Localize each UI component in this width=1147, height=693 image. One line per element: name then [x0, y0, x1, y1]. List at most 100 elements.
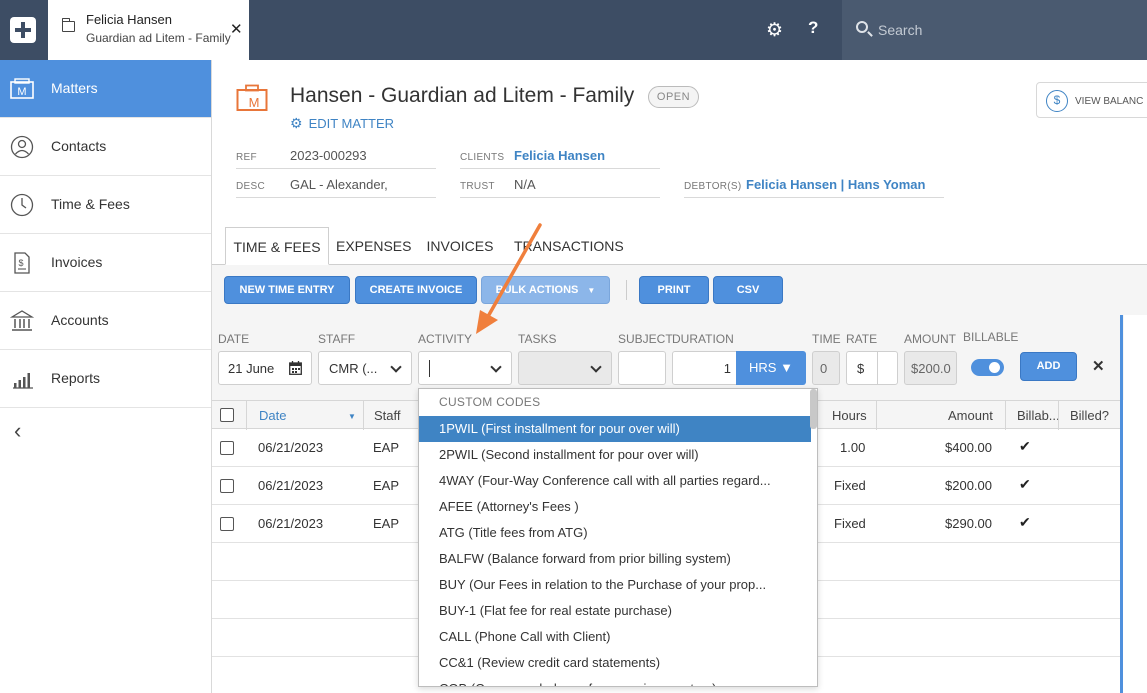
date-picker[interactable]: 21 June	[218, 351, 312, 385]
svg-text:M: M	[249, 95, 260, 110]
activity-option[interactable]: 1PWIL (First installment for pour over w…	[419, 416, 811, 442]
tasks-select[interactable]	[518, 351, 612, 385]
date-column-header[interactable]: Date	[259, 408, 286, 423]
billable-check-icon: ✔	[1019, 438, 1031, 454]
ref-value: 2023-000293	[290, 148, 367, 163]
amount-value: $200.0	[911, 361, 951, 376]
toolbar-divider	[626, 280, 627, 300]
close-tab-icon[interactable]: ✕	[230, 20, 243, 38]
billable-column-header[interactable]: Billab...	[1017, 408, 1060, 423]
activity-option[interactable]: 2PWIL (Second installment for pour over …	[419, 442, 811, 468]
view-balance-button[interactable]: $ VIEW BALANC	[1036, 82, 1147, 118]
billable-toggle[interactable]	[971, 359, 1004, 376]
create-invoice-button[interactable]: CREATE INVOICE	[355, 276, 477, 304]
new-time-entry-button[interactable]: NEW TIME ENTRY	[224, 276, 350, 304]
duration-input[interactable]: 1	[672, 351, 738, 385]
csv-button[interactable]: CSV	[713, 276, 783, 304]
activity-option[interactable]: ATG (Title fees from ATG)	[419, 520, 811, 546]
settings-gear-icon[interactable]: ⚙	[766, 19, 783, 42]
activity-option[interactable]: CC&1 (Review credit card statements)	[419, 650, 811, 676]
dropdown-scrollbar[interactable]	[810, 389, 817, 429]
select-all-checkbox[interactable]	[220, 408, 234, 422]
add-entry-button[interactable]: ADD	[1020, 352, 1077, 381]
close-icon[interactable]: ✕	[1092, 357, 1105, 375]
row-amount: $290.00	[945, 516, 992, 531]
view-balance-label: VIEW BALANC	[1075, 96, 1144, 107]
gear-icon: ⚙	[290, 115, 303, 131]
column-divider	[246, 401, 247, 430]
activity-option[interactable]: AFEE (Attorney's Fees )	[419, 494, 811, 520]
dollar-circle-icon: $	[1046, 90, 1068, 112]
activity-option[interactable]: BUY (Our Fees in relation to the Purchas…	[419, 572, 811, 598]
rate-input[interactable]: $	[846, 351, 898, 385]
matter-briefcase-icon: M	[236, 84, 268, 111]
debtors-link[interactable]: Felicia Hansen | Hans Yoman	[746, 177, 925, 192]
activity-option[interactable]: CALL (Phone Call with Client)	[419, 624, 811, 650]
rate-divider	[877, 352, 878, 384]
activity-option[interactable]: COB (Carry over balance from previous sy…	[419, 676, 811, 686]
trust-field: TRUST N/A	[460, 174, 660, 198]
row-date: 06/21/2023	[258, 516, 324, 531]
row-staff: EAP	[373, 478, 400, 493]
activity-option[interactable]: 4WAY (Four-Way Conference call with all …	[419, 468, 811, 494]
debtors-field: DEBTOR(S) Felicia Hansen | Hans Yoman	[684, 174, 944, 198]
row-checkbox[interactable]	[220, 479, 234, 493]
edit-matter-link[interactable]: ⚙ EDIT MATTER	[290, 115, 394, 132]
sidebar-item-contacts[interactable]: Contacts	[0, 118, 211, 176]
row-staff: EAP	[373, 440, 400, 455]
sidebar-item-reports[interactable]: Reports	[0, 350, 211, 408]
sidebar-item-label: Accounts	[51, 312, 109, 328]
print-button[interactable]: PRINT	[639, 276, 709, 304]
billed-column-header[interactable]: Billed?	[1070, 408, 1109, 423]
duration-unit-dropdown[interactable]: HRS ▼	[736, 351, 806, 385]
open-matter-tab[interactable]: Felicia Hansen Guardian ad Litem - Famil…	[48, 0, 249, 60]
row-hours: Fixed	[834, 478, 866, 493]
trust-label: TRUST	[460, 181, 495, 192]
custom-codes-header: CUSTOM CODES	[439, 395, 541, 409]
activity-dropdown-menu: CUSTOM CODES 1PWIL (First installment fo…	[418, 388, 818, 687]
sidebar-item-time-fees[interactable]: Time & Fees	[0, 176, 211, 234]
row-checkbox[interactable]	[220, 517, 234, 531]
sidebar-item-accounts[interactable]: Accounts	[0, 292, 211, 350]
sidebar-item-matters[interactable]: M Matters	[0, 60, 211, 118]
row-amount: $200.00	[945, 478, 992, 493]
activity-option[interactable]: BALFW (Balance forward from prior billin…	[419, 546, 811, 572]
subject-input[interactable]	[618, 351, 666, 385]
time-input[interactable]: 0	[812, 351, 840, 385]
staff-select[interactable]: CMR (...	[318, 351, 412, 385]
hours-column-header[interactable]: Hours	[832, 408, 867, 423]
collapse-sidebar-chevron-icon[interactable]: ‹	[14, 418, 21, 444]
page-title: Hansen - Guardian ad Litem - Family	[290, 84, 635, 107]
caret-down-icon: ▼	[587, 286, 596, 295]
new-item-plus-icon[interactable]	[10, 17, 36, 43]
search-input[interactable]	[878, 18, 1128, 42]
chevron-down-icon	[590, 361, 602, 373]
activity-option[interactable]: BUY-1 (Flat fee for real estate purchase…	[419, 598, 811, 624]
search-icon	[856, 21, 868, 33]
desc-label: DESC	[236, 181, 265, 192]
staff-column-header[interactable]: Staff	[374, 408, 401, 423]
amount-label: AMOUNT	[904, 332, 956, 346]
tab-time-fees[interactable]: TIME & FEES	[225, 227, 329, 265]
calendar-icon[interactable]	[289, 361, 302, 375]
help-icon[interactable]: ?	[808, 18, 818, 38]
client-link[interactable]: Felicia Hansen	[514, 148, 605, 163]
duration-value: 1	[723, 361, 731, 376]
matter-tabs: TIME & FEES EXPENSES INVOICES TRANSACTIO…	[212, 227, 1147, 265]
tab-expenses[interactable]: EXPENSES	[336, 227, 411, 265]
activity-select[interactable]	[418, 351, 512, 385]
row-checkbox[interactable]	[220, 441, 234, 455]
activity-label: ACTIVITY	[418, 332, 473, 346]
row-hours: 1.00	[840, 440, 866, 455]
amount-input[interactable]: $200.0	[904, 351, 957, 385]
column-divider	[1058, 401, 1059, 430]
sort-desc-icon[interactable]: ▼	[348, 412, 356, 421]
row-amount: $400.00	[945, 440, 992, 455]
sidebar-item-invoices[interactable]: $ Invoices	[0, 234, 211, 292]
ref-label: REF	[236, 152, 257, 163]
billable-check-icon: ✔	[1019, 476, 1031, 492]
clients-field: CLIENTS Felicia Hansen	[460, 145, 660, 169]
sidebar-item-label: Reports	[51, 370, 101, 386]
duration-label: DURATION	[672, 332, 734, 346]
amount-column-header[interactable]: Amount	[948, 408, 993, 423]
